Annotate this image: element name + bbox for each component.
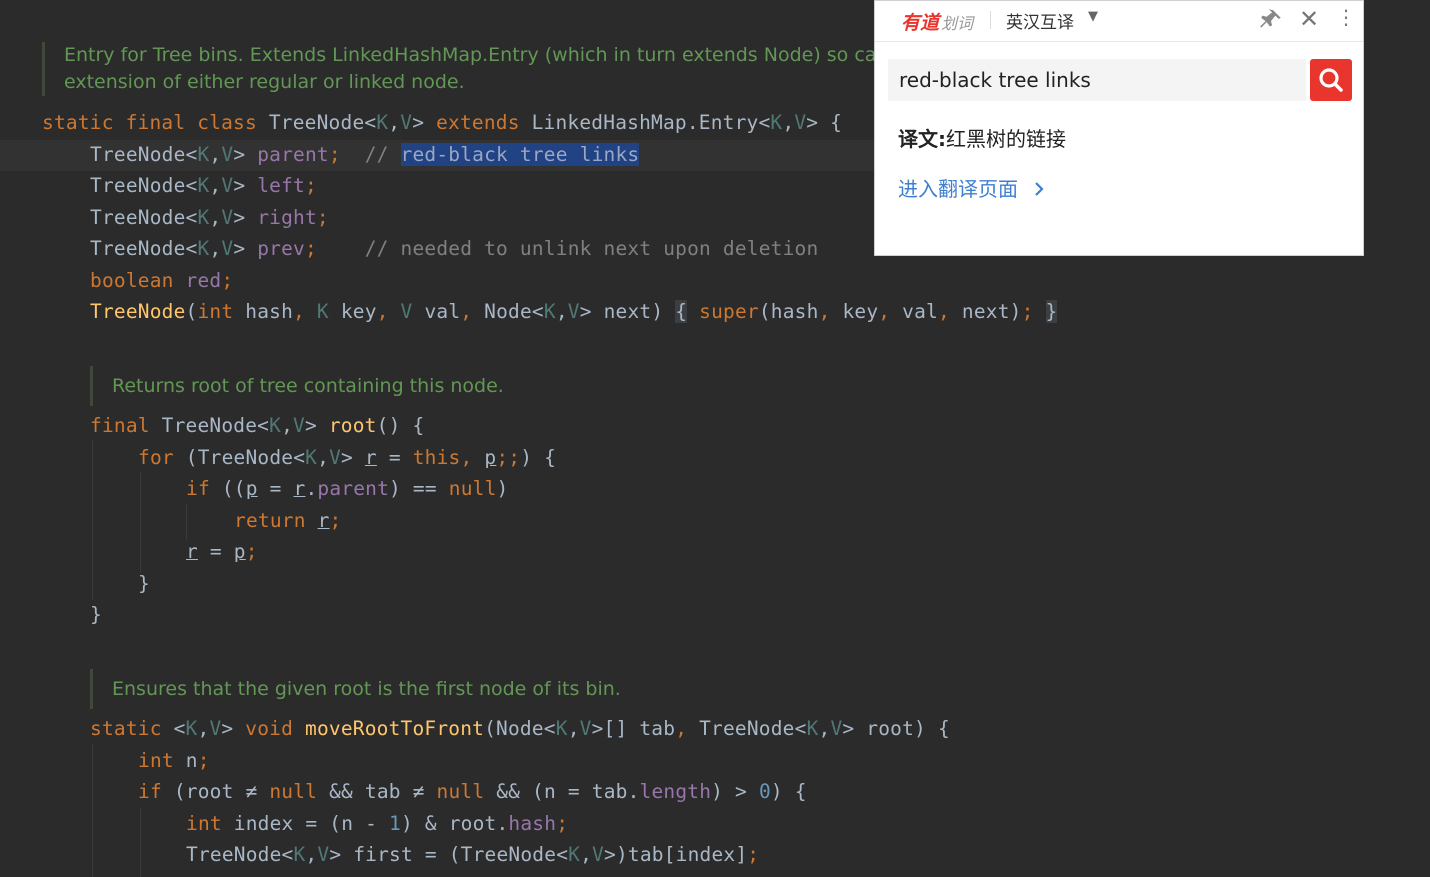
youdao-logo: 有道: [901, 12, 940, 34]
code-line: TreeNode(int hash, K key, V val, Node<K,…: [90, 300, 1058, 323]
indent-guide: [140, 472, 141, 572]
code-line: static final class TreeNode<K,V> extends…: [42, 111, 843, 134]
code-line: int n;: [138, 749, 210, 772]
search-button[interactable]: [1310, 59, 1352, 101]
popup-header: 有道 划词 英汉互译 ▼ ✕ ⋮: [875, 1, 1363, 42]
pin-icon[interactable]: [1258, 7, 1284, 38]
code-line: static <K,V> void moveRootToFront(Node<K…: [90, 717, 950, 740]
code-line: boolean red;: [90, 269, 234, 292]
doc-line: Ensures that the given root is the first…: [112, 678, 621, 700]
code-line: if ((p = r.parent) == null): [186, 477, 509, 500]
language-select[interactable]: 英汉互译: [1006, 8, 1074, 33]
code-line: }: [90, 603, 102, 626]
doc-line: Returns root of tree containing this nod…: [112, 375, 504, 397]
more-icon[interactable]: ⋮: [1336, 5, 1356, 29]
code-line: if (root ≠ null && tab ≠ null && (n = ta…: [138, 780, 807, 803]
doc-line: Entry for Tree bins. Extends LinkedHashM…: [64, 44, 904, 66]
indent-guide: [186, 504, 187, 540]
code-line: TreeNode<K,V> left;: [90, 174, 317, 197]
header-divider: [990, 11, 991, 29]
doc-comment-move-root: Ensures that the given root is the first…: [90, 669, 812, 709]
search-icon: [1319, 68, 1343, 92]
doc-line: extension of either regular or linked no…: [64, 71, 465, 93]
chevron-down-icon[interactable]: ▼: [1088, 9, 1098, 24]
translation-result: 译文:红黑树的链接: [898, 123, 1066, 152]
goto-link-label: 进入翻译页面: [898, 177, 1018, 201]
selected-comment[interactable]: red-black tree links: [400, 143, 640, 166]
indent-guide: [92, 744, 93, 877]
search-input[interactable]: [888, 59, 1306, 101]
code-line: r = p;: [186, 540, 258, 563]
code-line: TreeNode<K,V> parent; // red-black tree …: [90, 143, 640, 166]
goto-translate-page-link[interactable]: 进入翻译页面: [898, 173, 1044, 202]
indent-guide: [140, 808, 141, 877]
indent-guide: [92, 440, 93, 600]
comment-prev: needed to unlink next upon deletion: [400, 237, 819, 260]
doc-comment-treenode: Entry for Tree bins. Extends LinkedHashM…: [42, 42, 904, 96]
doc-comment-root: Returns root of tree containing this nod…: [90, 366, 812, 406]
code-line: final TreeNode<K,V> root() {: [90, 414, 425, 437]
code-line: }: [138, 572, 150, 595]
youdao-logo-sub: 划词: [941, 14, 974, 33]
code-line: TreeNode<K,V> first = (TreeNode<K,V>)tab…: [186, 843, 760, 866]
code-line: for (TreeNode<K,V> r = this, p;;) {: [138, 446, 557, 469]
code-line: int index = (n - 1) & root.hash;: [186, 812, 569, 835]
translation-label: 译文:: [898, 127, 946, 151]
translation-popup: 有道 划词 英汉互译 ▼ ✕ ⋮ 译文:红黑树的链接 进入翻译页面: [874, 0, 1364, 256]
chevron-right-icon: [1034, 177, 1044, 201]
code-line: TreeNode<K,V> right;: [90, 206, 329, 229]
code-line: TreeNode<K,V> prev; // needed to unlink …: [90, 237, 819, 260]
close-icon[interactable]: ✕: [1299, 5, 1319, 33]
translation-value: 红黑树的链接: [946, 127, 1066, 151]
code-line: return r;: [234, 509, 342, 532]
